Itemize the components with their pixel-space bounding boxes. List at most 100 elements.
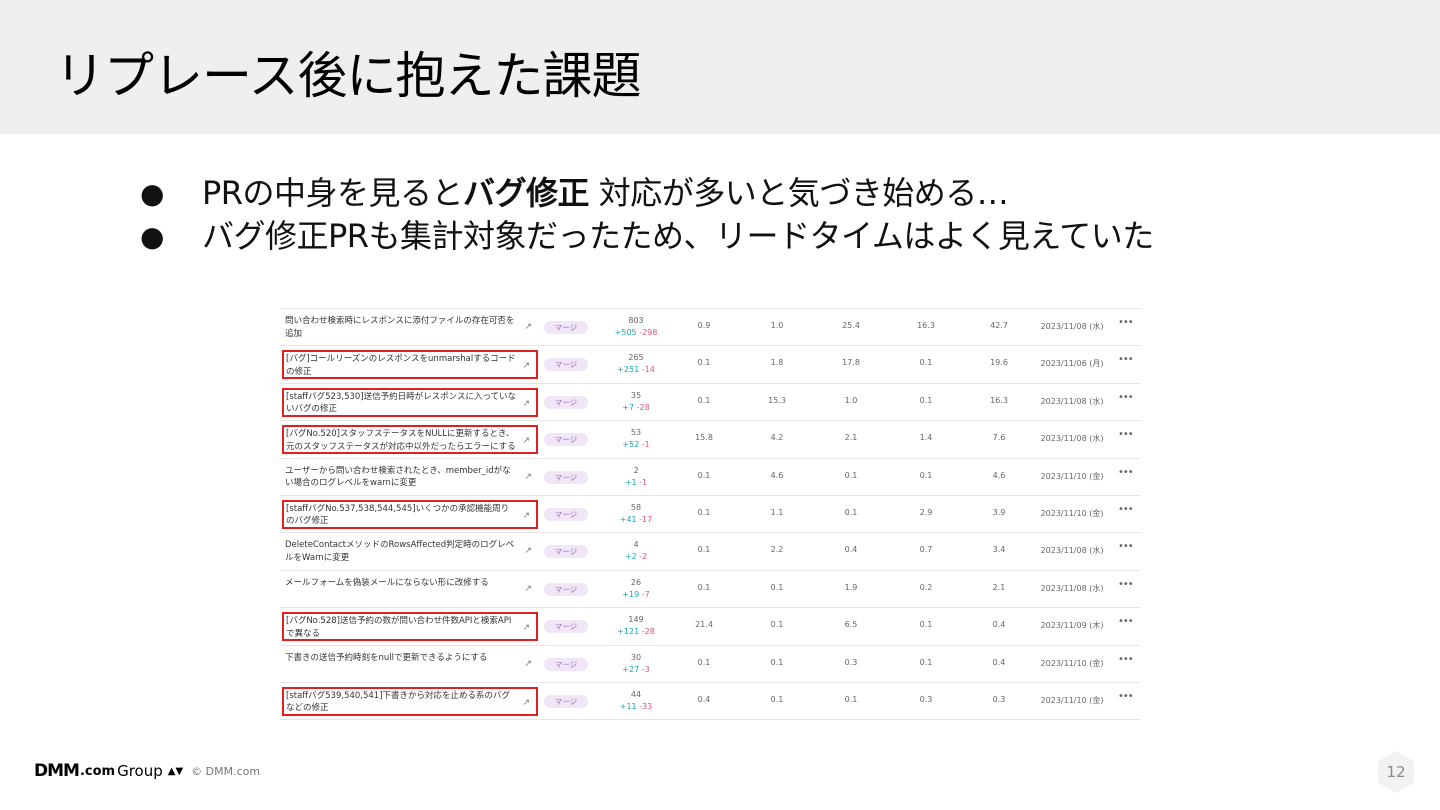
pr-title-text: ユーザーから問い合わせ検索されたとき、member_idがない場合のログレベルを… — [285, 465, 511, 489]
external-link-icon[interactable]: ↗ — [524, 658, 532, 671]
pr-title-text: [staffバグ539,540,541]下書きから対応を止める系のバグなどの修正 — [286, 690, 511, 714]
bullet-text: PRの中身を見ると — [202, 174, 464, 212]
metric-cell: 6.5 — [844, 620, 858, 630]
change-diff: +19 -7 — [598, 589, 674, 601]
external-link-icon[interactable]: ↗ — [522, 622, 530, 635]
external-link-icon[interactable]: ↗ — [522, 435, 530, 448]
pr-table-row[interactable]: 下書きの送信予約時刻をnullで更新できるようにする ↗ マージ 30 +27 -3 0.… — [280, 646, 1140, 683]
pr-table-row[interactable]: [バグNo.520]スタッフステータスをNULLに更新するとき、元のスタッフステ… — [280, 421, 1140, 459]
metric-cell: 25.4 — [842, 321, 860, 330]
more-menu-icon[interactable]: ••• — [1118, 429, 1134, 440]
more-menu-icon[interactable]: ••• — [1118, 654, 1134, 665]
pr-table-row[interactable]: DeleteContactメソッドのRowsAffected判定時のログレベルを… — [280, 533, 1140, 571]
metric-cell: 0.1 — [770, 657, 784, 667]
more-menu-icon[interactable]: ••• — [1118, 691, 1134, 702]
metric-cell: 0.1 — [697, 582, 711, 592]
pr-title-text: [バグNo.528]送信予約の数が問い合わせ件数APIと検索APIで異なる — [286, 616, 512, 639]
change-total: 4 — [633, 540, 639, 550]
metric-cell: 0.1 — [844, 694, 858, 704]
status-badge: マージ — [544, 694, 588, 708]
lines-deleted: -3 — [641, 664, 650, 674]
lines-deleted: -17 — [639, 514, 653, 524]
lines-deleted: -28 — [641, 627, 655, 637]
merged-date: 2023/11/09 (木) — [1040, 621, 1104, 631]
metric-cell: 0.1 — [919, 657, 933, 667]
pr-title-highlighted[interactable]: [バグNo.528]送信予約の数が問い合わせ件数APIと検索APIで異なる ↗ — [282, 612, 538, 642]
lines-deleted: -298 — [639, 328, 658, 337]
more-menu-icon[interactable]: ••• — [1118, 504, 1134, 515]
pr-title-highlighted[interactable]: [バグ]コールリーズンのレスポンスをunmarshalするコードの修正 ↗ — [282, 350, 538, 380]
metric-cell: 42.7 — [990, 321, 1008, 330]
metric-cell: 16.3 — [917, 321, 935, 330]
more-menu-icon[interactable]: ••• — [1118, 579, 1134, 590]
external-link-icon[interactable]: ↗ — [524, 583, 532, 596]
more-menu-icon[interactable]: ••• — [1118, 392, 1134, 403]
change-diff: +52 -1 — [598, 439, 674, 451]
metric-cell: 17.8 — [842, 358, 860, 368]
more-menu-icon[interactable]: ••• — [1118, 354, 1134, 365]
metric-cell: 0.1 — [770, 582, 784, 592]
bullet-emphasis: バグ修正 — [463, 174, 590, 212]
page-number-text: 12 — [1386, 763, 1406, 781]
merged-date: 2023/11/10 (金) — [1040, 658, 1104, 668]
pr-table-row[interactable]: ユーザーから問い合わせ検索されたとき、member_idがない場合のログレベルを… — [280, 459, 1140, 496]
external-link-icon[interactable]: ↗ — [522, 697, 530, 710]
external-link-icon[interactable]: ↗ — [524, 545, 532, 558]
lines-deleted: -1 — [641, 440, 650, 450]
merged-date: 2023/11/10 (金) — [1040, 695, 1104, 705]
metric-cell: 0.3 — [992, 694, 1006, 704]
bullet-dot: ● — [140, 177, 164, 210]
lines-added: +27 — [622, 664, 640, 674]
change-count: 58 +41 -17 — [598, 502, 674, 526]
pr-table-row[interactable]: [staffバグ523,530]送信予約日時がレスポンスに入っていないバグの修正… — [280, 384, 1140, 422]
more-menu-icon[interactable]: ••• — [1118, 541, 1134, 552]
metric-cell: 0.7 — [919, 545, 933, 555]
metric-cell: 2.1 — [844, 433, 858, 443]
pr-title-highlighted[interactable]: [staffバグ539,540,541]下書きから対応を止める系のバグなどの修正… — [282, 686, 538, 716]
pr-title[interactable]: 下書きの送信予約時刻をnullで更新できるようにする ↗ — [282, 650, 538, 679]
external-link-icon[interactable]: ↗ — [524, 471, 532, 484]
pr-title-text: 下書きの送信予約時刻をnullで更新できるようにする — [285, 652, 488, 663]
external-link-icon[interactable]: ↗ — [522, 510, 530, 523]
bullet-dot: ● — [140, 220, 164, 253]
pr-title[interactable]: DeleteContactメソッドのRowsAffected判定時のログレベルを… — [282, 537, 538, 566]
pr-table-row[interactable]: [staffバグNo.537,538,544,545]いくつかの承認機能周りのバ… — [280, 496, 1140, 534]
change-diff: +11 -33 — [598, 701, 674, 713]
lines-added: +251 — [617, 365, 640, 375]
change-count: 2 +1 -1 — [598, 465, 674, 489]
copyright: © DMM.com — [191, 764, 261, 778]
external-link-icon[interactable]: ↗ — [522, 398, 530, 411]
external-link-icon[interactable]: ↗ — [522, 360, 530, 373]
pr-table-row[interactable]: [staffバグ539,540,541]下書きから対応を止める系のバグなどの修正… — [280, 683, 1140, 721]
change-diff: +1 -1 — [598, 477, 674, 489]
pr-title[interactable]: メールフォームを偽装メールにならない形に改修する ↗ — [282, 575, 538, 604]
pr-table-row[interactable]: [バグNo.528]送信予約の数が問い合わせ件数APIと検索APIで異なる ↗ マー… — [280, 608, 1140, 646]
lines-added: +1 — [624, 477, 637, 487]
lines-added: +7 — [622, 402, 635, 412]
more-menu-icon[interactable]: ••• — [1118, 317, 1134, 328]
more-menu-icon[interactable]: ••• — [1118, 616, 1134, 627]
status-badge: マージ — [544, 321, 588, 334]
status-badge: マージ — [544, 470, 588, 484]
pr-title-highlighted[interactable]: [staffバグ523,530]送信予約日時がレスポンスに入っていないバグの修正… — [282, 387, 538, 417]
external-link-icon[interactable]: ↗ — [524, 321, 532, 334]
lines-deleted: -7 — [641, 589, 650, 599]
pr-title-text: 問い合わせ検索時にレスポンスに添付ファイルの存在可否を追加 — [285, 316, 515, 339]
lines-deleted: -1 — [639, 477, 648, 487]
more-menu-icon[interactable]: ••• — [1118, 467, 1134, 478]
lines-deleted: -28 — [636, 402, 650, 412]
change-diff: +121 -28 — [598, 626, 674, 638]
pr-title-highlighted[interactable]: [staffバグNo.537,538,544,545]いくつかの承認機能周りのバ… — [282, 499, 538, 529]
pr-table-row[interactable]: [バグ]コールリーズンのレスポンスをunmarshalするコードの修正 ↗ マージ 2… — [280, 346, 1140, 384]
pr-table-row[interactable]: メールフォームを偽装メールにならない形に改修する ↗ マージ 26 +19 -7 0.1 0… — [280, 571, 1140, 609]
metric-cell: 0.4 — [697, 694, 711, 704]
pr-title[interactable]: ユーザーから問い合わせ検索されたとき、member_idがない場合のログレベルを… — [282, 463, 538, 492]
metric-cell: 0.1 — [919, 470, 933, 480]
status-badge: マージ — [544, 507, 588, 521]
change-total: 44 — [630, 689, 642, 699]
pr-table-row[interactable]: 問い合わせ検索時にレスポンスに添付ファイルの存在可否を追加 ↗ マージ 803 +505… — [280, 309, 1140, 347]
bullet-item: ● PRの中身を見るとバグ修正 対応が多いと気づき始める… — [140, 172, 1154, 215]
pr-title-highlighted[interactable]: [バグNo.520]スタッフステータスをNULLに更新するとき、元のスタッフステ… — [282, 425, 538, 455]
lines-deleted: -33 — [639, 701, 653, 711]
pr-title[interactable]: 問い合わせ検索時にレスポンスに添付ファイルの存在可否を追加 ↗ — [282, 313, 538, 342]
